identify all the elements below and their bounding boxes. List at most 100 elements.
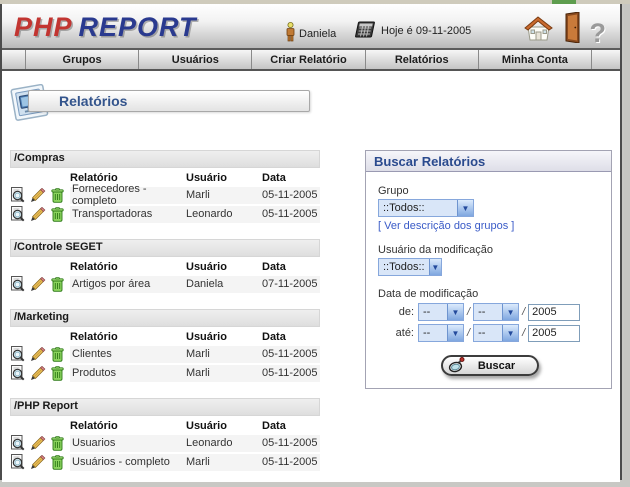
view-report-icon[interactable] (10, 206, 25, 222)
col-header-user: Usuário (186, 260, 227, 273)
user-filter-select[interactable]: ::Todos:: ▼ (378, 258, 442, 276)
search-button[interactable]: Buscar (440, 355, 539, 376)
date-separator: / (467, 327, 471, 339)
help-icon[interactable]: ? (590, 18, 607, 48)
user-filter-label: Usuário da modificação (378, 244, 493, 256)
row-actions (10, 276, 70, 292)
report-date: 05-11-2005 (262, 189, 318, 201)
col-header-user: Usuário (186, 171, 227, 184)
group-name: /PHP Report (10, 398, 320, 416)
table-row: Transportadoras Leonardo 05-11-2005 (10, 205, 320, 223)
edit-report-icon[interactable] (30, 276, 46, 292)
date-to-row: até: -- ▼ / -- ▼ / (378, 324, 601, 342)
col-header-date: Data (262, 171, 286, 184)
report-date: 05-11-2005 (262, 208, 318, 220)
delete-report-icon[interactable] (51, 435, 64, 451)
col-header-user: Usuário (186, 330, 227, 343)
nav-item-grupos[interactable]: Grupos (26, 50, 140, 69)
report-name: Produtos (72, 367, 117, 379)
col-header-report: Relatório (70, 171, 118, 184)
search-panel-title: Buscar Relatórios (366, 151, 611, 172)
row-data: Artigos por área Daniela 07-11-2005 (70, 275, 320, 293)
date-from-label: de: (398, 306, 414, 318)
col-header-report: Relatório (70, 330, 118, 343)
row-data: Transportadoras Leonardo 05-11-2005 (70, 205, 320, 223)
logo-php: PHP (14, 12, 73, 42)
row-actions (10, 435, 70, 451)
edit-report-icon[interactable] (30, 454, 46, 470)
row-actions (10, 206, 70, 222)
col-header-report: Relatório (70, 260, 118, 273)
group-table-head: Relatório Usuário Data (10, 258, 320, 275)
view-report-icon[interactable] (10, 346, 25, 362)
col-header-date: Data (262, 419, 286, 432)
group-rows: Fornecedores - completo Marli 05-11-2005 (10, 183, 320, 223)
view-report-icon[interactable] (10, 454, 25, 470)
date-to-month-select[interactable]: -- ▼ (473, 324, 520, 342)
report-name: Usuarios (72, 437, 116, 449)
search-button-label: Buscar (477, 359, 516, 372)
date-to-day-select[interactable]: -- ▼ (418, 324, 464, 342)
col-header-user: Usuário (186, 419, 227, 432)
date-from-month-value: -- (478, 306, 486, 318)
current-date: Hoje é 09-11-2005 (354, 20, 471, 42)
nav-item-relatorios[interactable]: Relatórios (366, 50, 479, 69)
date-from-day-select[interactable]: -- ▼ (418, 303, 464, 321)
date-from-month-select[interactable]: -- ▼ (473, 303, 520, 321)
report-name: Fornecedores - completo (72, 183, 147, 207)
date-to-label: até: (395, 327, 414, 339)
edit-report-icon[interactable] (30, 346, 46, 362)
row-actions (10, 346, 70, 362)
view-report-icon[interactable] (10, 435, 25, 451)
search-panel: Buscar Relatórios Grupo ::Todos:: ▼ [ Ve… (365, 150, 612, 389)
user-icon (285, 22, 296, 45)
date-to-year-input[interactable] (528, 324, 581, 342)
report-group: /Compras Relatório Usuário Data Forneced… (10, 150, 320, 223)
nav-item-criar-relatorio[interactable]: Criar Relatório (252, 50, 366, 69)
report-name: Transportadoras (72, 208, 153, 220)
delete-report-icon[interactable] (51, 454, 64, 470)
row-actions (10, 454, 70, 470)
magnifier-icon (448, 357, 464, 373)
report-group: /Marketing Relatório Usuário Data Client… (10, 309, 320, 382)
edit-report-icon[interactable] (30, 435, 46, 451)
delete-report-icon[interactable] (51, 206, 64, 222)
edit-report-icon[interactable] (30, 206, 46, 222)
group-rows: Usuarios Leonardo 05-11-2005 Usuários - … (10, 434, 320, 471)
report-group: /Controle SEGET Relatório Usuário Data A… (10, 239, 320, 293)
date-from-year-input[interactable] (528, 303, 581, 321)
view-report-icon[interactable] (10, 187, 25, 203)
report-name: Artigos por área (72, 278, 151, 290)
delete-report-icon[interactable] (51, 346, 64, 362)
user-name: Daniela (299, 27, 337, 40)
date-from-day-value: -- (423, 306, 431, 318)
logout-door-icon[interactable] (563, 11, 582, 48)
date-text: Hoje é 09-11-2005 (381, 25, 472, 37)
date-to-month-value: -- (478, 327, 486, 339)
date-separator: / (522, 306, 526, 318)
home-icon[interactable] (522, 14, 555, 48)
delete-report-icon[interactable] (51, 187, 64, 203)
chevron-down-icon: ▼ (502, 304, 519, 320)
edit-report-icon[interactable] (30, 187, 46, 203)
chevron-down-icon: ▼ (447, 325, 463, 341)
view-report-icon[interactable] (10, 276, 25, 292)
nav-item-usuarios[interactable]: Usuários (139, 50, 253, 69)
table-row: Fornecedores - completo Marli 05-11-2005 (10, 183, 320, 207)
table-row: Usuarios Leonardo 05-11-2005 (10, 434, 320, 452)
group-filter-select[interactable]: ::Todos:: ▼ (378, 199, 474, 217)
nav-item-minha-conta[interactable]: Minha Conta (479, 50, 593, 69)
delete-report-icon[interactable] (51, 365, 64, 381)
edit-report-icon[interactable] (30, 365, 46, 381)
report-group: /PHP Report Relatório Usuário Data Usuar… (10, 398, 320, 471)
group-description-link[interactable]: [ Ver descrição dos grupos ] (378, 220, 601, 232)
report-date: 05-11-2005 (262, 437, 318, 449)
content-area: Relatórios /Compras Relatório Usuário Da… (2, 71, 620, 482)
delete-report-icon[interactable] (51, 276, 64, 292)
app-logo: PHP REPORT (14, 12, 197, 43)
report-date: 05-11-2005 (262, 367, 318, 379)
view-report-icon[interactable] (10, 365, 25, 381)
group-rows: Clientes Marli 05-11-2005 Produtos Marli… (10, 345, 320, 382)
report-user: Leonardo (186, 208, 233, 220)
row-data: Clientes Marli 05-11-2005 (70, 345, 320, 363)
